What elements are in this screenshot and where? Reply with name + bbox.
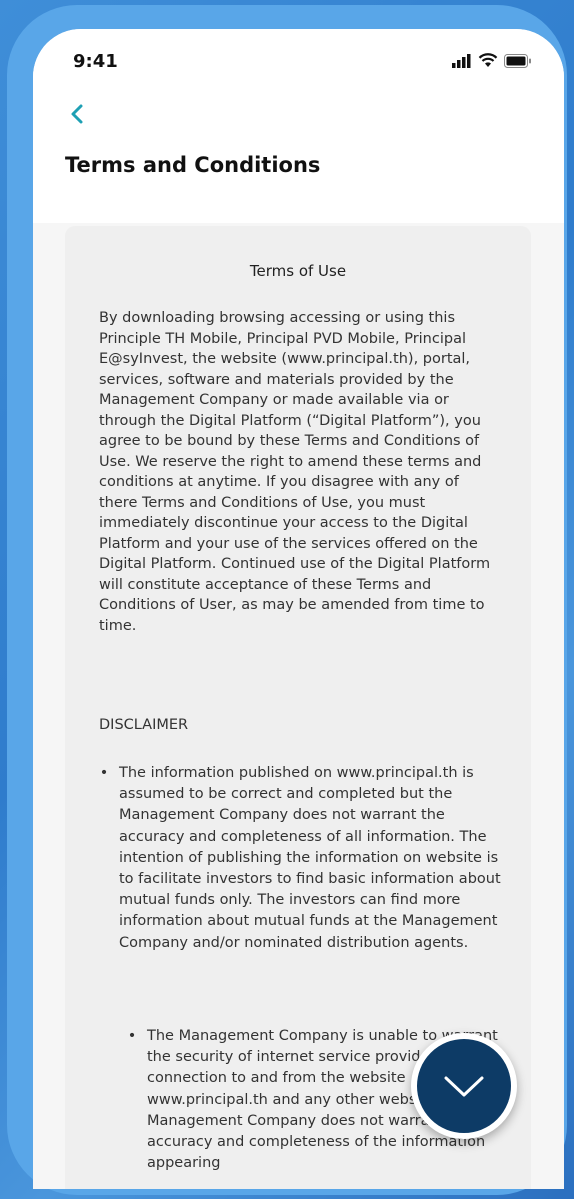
battery-icon (504, 53, 531, 68)
disclaimer-heading: DISCLAIMER (99, 717, 189, 733)
device-frame: 9:41 Terms and Conditions Terms of Use B… (7, 5, 567, 1195)
bullet-text: The information published on www.princip… (119, 765, 501, 951)
status-bar: 9:41 (33, 29, 564, 89)
page-title: Terms and Conditions (65, 153, 321, 177)
bullet-icon: • (127, 1028, 137, 1044)
app-screen: 9:41 Terms and Conditions Terms of Use B… (33, 29, 564, 1189)
document-title: Terms of Use (249, 262, 347, 280)
status-time: 9:41 (73, 51, 118, 72)
scroll-down-button[interactable] (411, 1033, 517, 1139)
chevron-down-icon (444, 1076, 484, 1097)
list-item: • The information published on www.princ… (99, 763, 509, 954)
bullet-icon: • (99, 765, 109, 781)
chevron-left-icon (71, 104, 83, 124)
terms-intro-text: By downloading browsing accessing or usi… (99, 310, 491, 634)
back-button[interactable] (63, 99, 93, 129)
signal-icon (452, 53, 471, 68)
wifi-icon (478, 53, 498, 67)
status-icons (452, 53, 532, 68)
nav-header: Terms and Conditions (33, 89, 564, 223)
